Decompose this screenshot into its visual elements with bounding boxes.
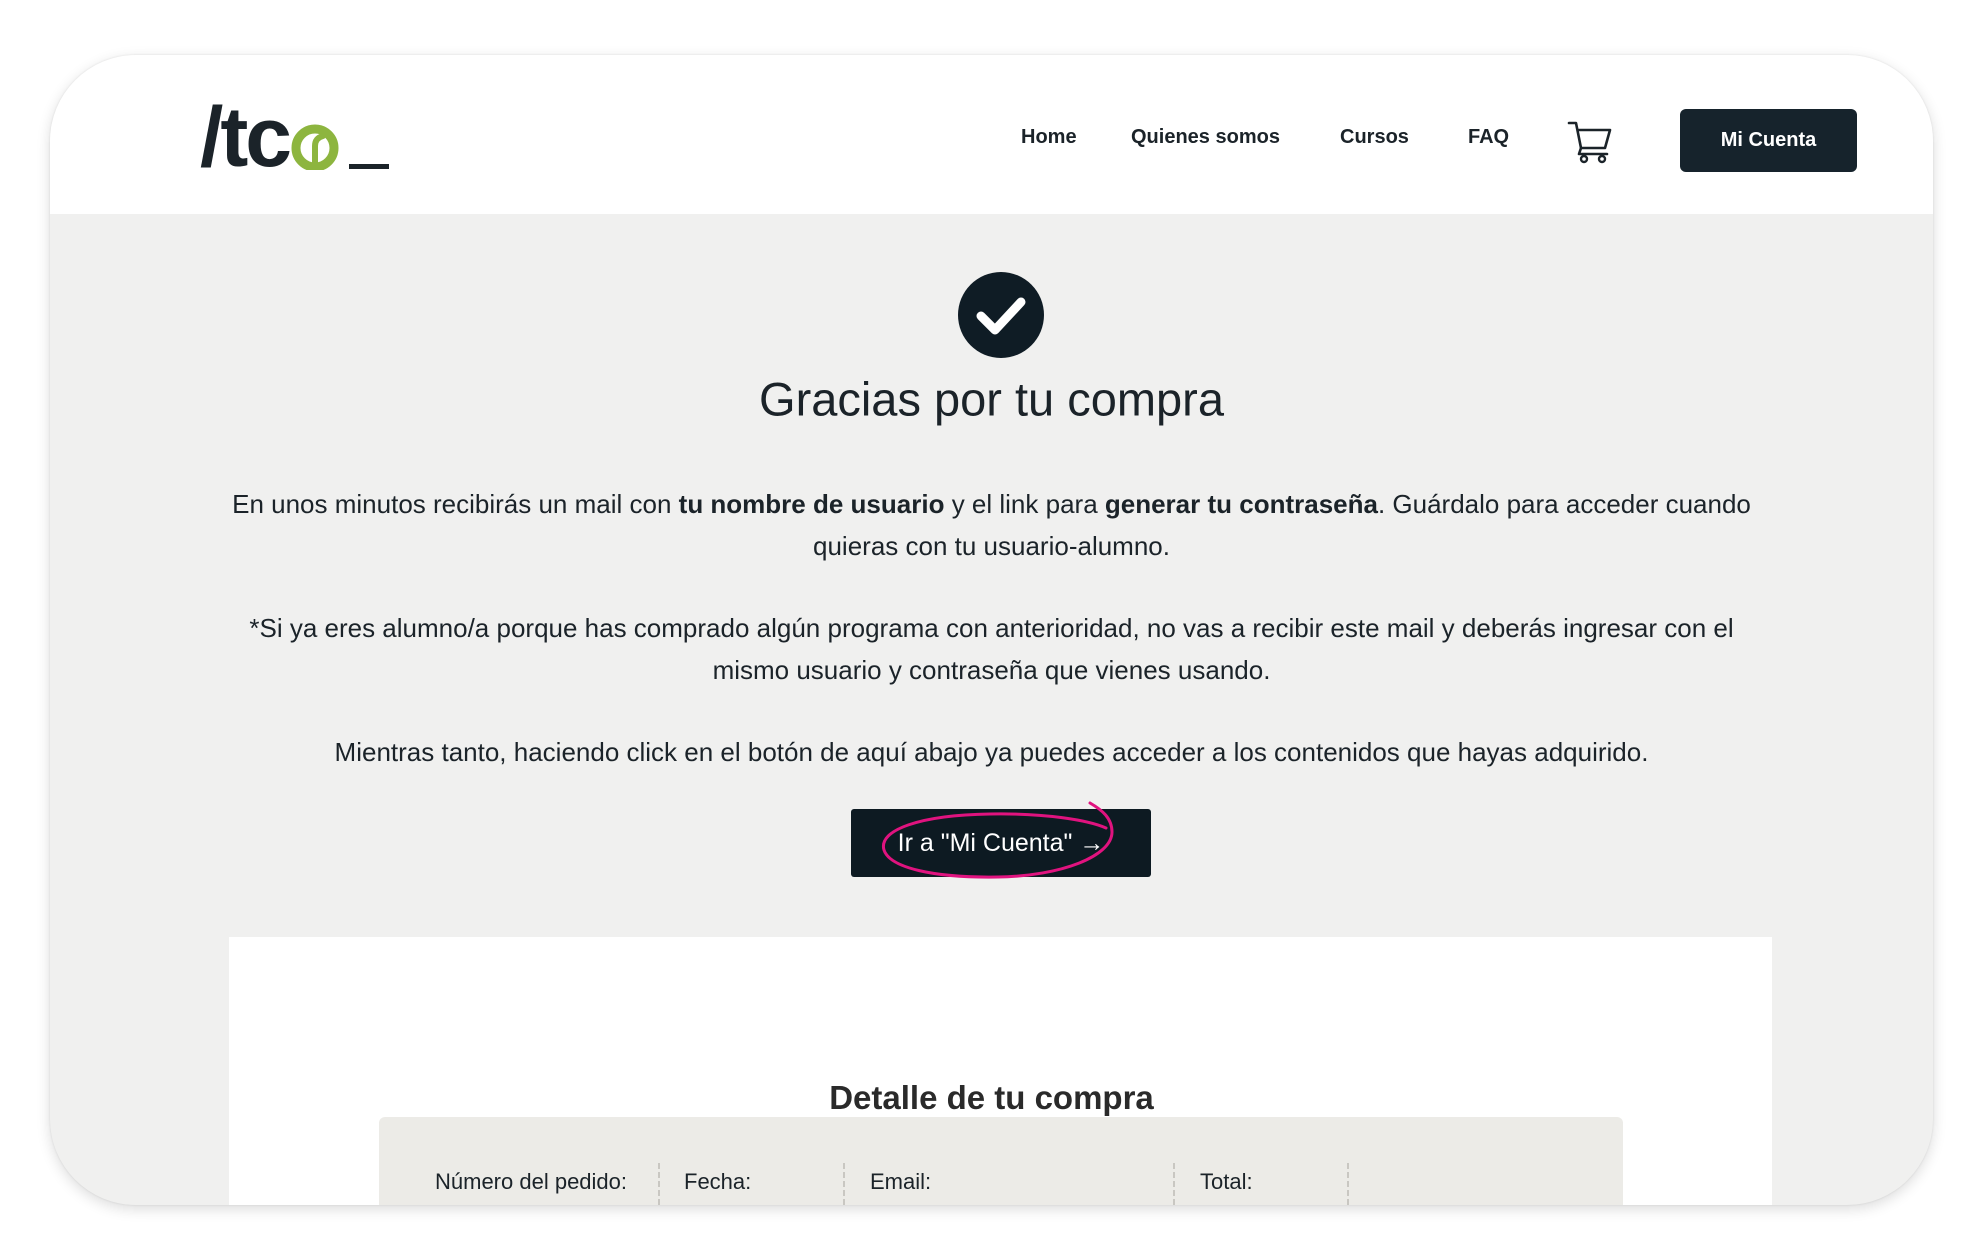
nav-home[interactable]: Home <box>1021 126 1077 149</box>
para1-bold-username: tu nombre de usuario <box>678 489 945 519</box>
column-separator <box>658 1163 660 1205</box>
para1-bold-password: generar tu contraseña <box>1104 489 1378 519</box>
column-order-number: Número del pedido: <box>435 1169 628 1194</box>
nav-quienes-somos[interactable]: Quienes somos <box>1131 126 1280 149</box>
column-total: Total: <box>1200 1169 1253 1194</box>
column-separator <box>843 1163 845 1205</box>
site-header: /tc Home Quienes somos Cursos FAQ Mi Cue… <box>50 55 1933 214</box>
para1-text-b: y el link para <box>944 489 1105 519</box>
column-separator <box>1173 1163 1175 1205</box>
column-separator <box>1347 1163 1349 1205</box>
browser-frame: /tc Home Quienes somos Cursos FAQ Mi Cue… <box>50 55 1933 1205</box>
shopping-cart-icon[interactable] <box>1567 118 1613 164</box>
order-detail-title: Detalle de tu compra <box>829 1079 1154 1116</box>
logo-underscore <box>349 164 390 169</box>
check-circle-icon <box>958 272 1044 358</box>
site-logo[interactable]: /tc <box>200 90 420 184</box>
nav-cursos[interactable]: Cursos <box>1340 126 1409 149</box>
confirmation-paragraph-2: *Si ya eres alumno/a porque has comprado… <box>249 613 1734 685</box>
column-date: Fecha: <box>684 1169 752 1194</box>
mi-cuenta-button[interactable]: Mi Cuenta <box>1680 109 1857 172</box>
page-title: Gracias por tu compra <box>759 372 1224 426</box>
nav-faq[interactable]: FAQ <box>1468 126 1509 149</box>
go-to-account-button[interactable]: Ir a "Mi Cuenta" → <box>851 809 1151 877</box>
logo-text: /tc <box>200 90 292 184</box>
para1-text-a: En unos minutos recibirás un mail con <box>232 489 679 519</box>
confirmation-paragraph-1: En unos minutos recibirás un mail con tu… <box>230 483 1753 567</box>
logo-leaf-o-icon <box>291 101 339 172</box>
confirmation-paragraph-3: Mientras tanto, haciendo click en el bot… <box>334 737 1649 767</box>
column-email: Email: <box>870 1169 932 1194</box>
